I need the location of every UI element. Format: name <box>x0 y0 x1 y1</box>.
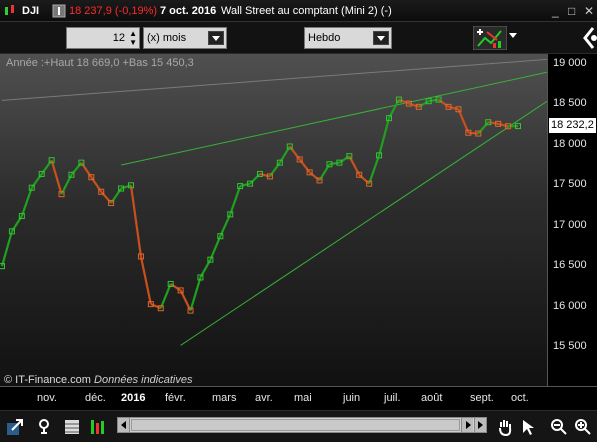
price-segment <box>219 213 232 237</box>
y-tick-label: 15 500 <box>553 340 587 352</box>
x-tick-label: 2016 <box>121 392 146 404</box>
instrument-title: Wall Street au comptant (Mini 2) (-) <box>221 5 392 17</box>
chevron-down-icon[interactable] <box>509 33 517 38</box>
arrow-left-icon <box>121 421 126 429</box>
chevron-down-icon[interactable] <box>208 31 224 45</box>
price-segment <box>70 161 83 176</box>
price-segment <box>428 98 439 103</box>
table-view-icon[interactable] <box>63 418 81 436</box>
timeline-scrollbar[interactable] <box>117 417 487 433</box>
x-tick-label: mars <box>212 392 237 404</box>
price-segment <box>468 131 479 135</box>
scroll-left-button[interactable] <box>118 418 130 432</box>
price-segment <box>457 108 470 134</box>
price-segment <box>378 117 391 156</box>
price-segment <box>100 191 112 204</box>
trendline-3[interactable] <box>180 100 547 346</box>
zoom-out-icon[interactable] <box>550 418 568 436</box>
year-high-low-annotation: Année :+Haut 18 669,0 +Bas 15 450,3 <box>6 57 194 69</box>
scroll-thumb[interactable] <box>131 419 460 431</box>
price-segment <box>139 256 152 305</box>
price-segment <box>0 231 13 267</box>
price-segment <box>338 155 350 164</box>
price-segment <box>179 289 192 312</box>
price-segment <box>329 161 340 166</box>
y-tick-label: 19 000 <box>553 57 587 69</box>
export-icon[interactable] <box>6 418 24 436</box>
price-segment <box>209 235 222 261</box>
title-bar: DJI 18 237,9 (-0,19%) 7 oct. 2016 Wall S… <box>0 0 597 22</box>
price-segment <box>129 185 143 257</box>
scroll-right-button[interactable] <box>461 418 473 432</box>
arrow-end-icon <box>478 421 483 429</box>
bottom-toolbar <box>0 410 597 442</box>
price-change: 18 237,9 (-0,19%) <box>69 5 158 17</box>
price-segment <box>477 121 490 135</box>
watermark: © IT-Finance.com Données indicatives <box>4 374 192 386</box>
last-price-badge: 18 232,2 <box>549 118 596 133</box>
x-tick-label: mai <box>294 392 312 404</box>
price-segment <box>50 159 63 195</box>
cursor-icon[interactable] <box>520 418 538 436</box>
unit-select[interactable]: (x) mois <box>143 27 227 49</box>
candlestick-chart-icon[interactable] <box>3 4 17 18</box>
info-icon[interactable] <box>52 4 66 18</box>
price-segment <box>249 173 261 185</box>
x-tick-label: août <box>421 392 443 404</box>
quote-date: 7 oct. 2016 <box>160 5 217 17</box>
price-segment <box>437 98 450 108</box>
chart-toolbar: 12 ▲ ▼ (x) mois Hebdo <box>0 22 597 54</box>
close-button[interactable]: ✕ <box>584 0 594 22</box>
price-segment <box>170 283 182 292</box>
zoom-link-icon[interactable] <box>37 418 55 436</box>
x-tick-label: nov. <box>37 392 57 404</box>
y-tick-label: 18 500 <box>553 97 587 110</box>
watermark-note: Données indicatives <box>94 374 193 386</box>
x-tick-label: févr. <box>165 392 186 404</box>
timeframe-select[interactable]: Hebdo <box>304 27 392 49</box>
x-tick-label: avr. <box>255 392 273 404</box>
price-segment <box>229 185 242 215</box>
price-segment <box>20 187 33 217</box>
price-segment <box>298 158 311 174</box>
price-segment <box>368 155 381 185</box>
indicators-icon[interactable] <box>89 418 107 436</box>
scroll-end-button[interactable] <box>474 418 486 432</box>
period-input[interactable]: 12 ▲ ▼ <box>66 27 140 49</box>
price-segment <box>358 173 370 185</box>
price-segment <box>488 121 499 125</box>
watermark-source: © IT-Finance.com <box>4 374 91 386</box>
arrow-right-icon <box>466 421 471 429</box>
unit-label: (x) mois <box>147 32 187 44</box>
chevron-down-icon[interactable] <box>373 31 389 45</box>
x-tick-label: sept. <box>470 392 494 404</box>
price-segment <box>189 277 202 311</box>
hand-pan-icon[interactable] <box>496 418 514 436</box>
x-tick-label: juin <box>343 392 361 404</box>
price-segment <box>159 283 172 309</box>
price-plot[interactable] <box>0 54 547 386</box>
timeframe-label: Hebdo <box>308 32 341 44</box>
y-tick-label: 16 500 <box>553 259 587 272</box>
x-tick-label: déc. <box>85 392 106 404</box>
price-segment <box>308 171 321 182</box>
x-tick-label: oct. <box>511 392 529 404</box>
y-tick-label: 16 000 <box>553 299 587 312</box>
minimize-button[interactable]: _ <box>552 0 559 22</box>
y-tick-label: 17 500 <box>553 178 587 191</box>
y-tick-label: 17 000 <box>553 218 587 231</box>
x-tick-label: juil. <box>384 392 401 404</box>
chart-tools-icon[interactable] <box>473 26 507 50</box>
y-tick-label: 18 000 <box>553 137 587 150</box>
panel-toggle-icon[interactable] <box>581 26 597 50</box>
maximize-button[interactable]: □ <box>568 0 575 22</box>
symbol-label[interactable]: DJI <box>22 0 39 22</box>
price-segment <box>288 145 301 161</box>
period-value: 12 <box>112 32 125 44</box>
spinner-icon[interactable]: ▲ ▼ <box>129 29 137 47</box>
zoom-in-icon[interactable] <box>574 418 592 436</box>
